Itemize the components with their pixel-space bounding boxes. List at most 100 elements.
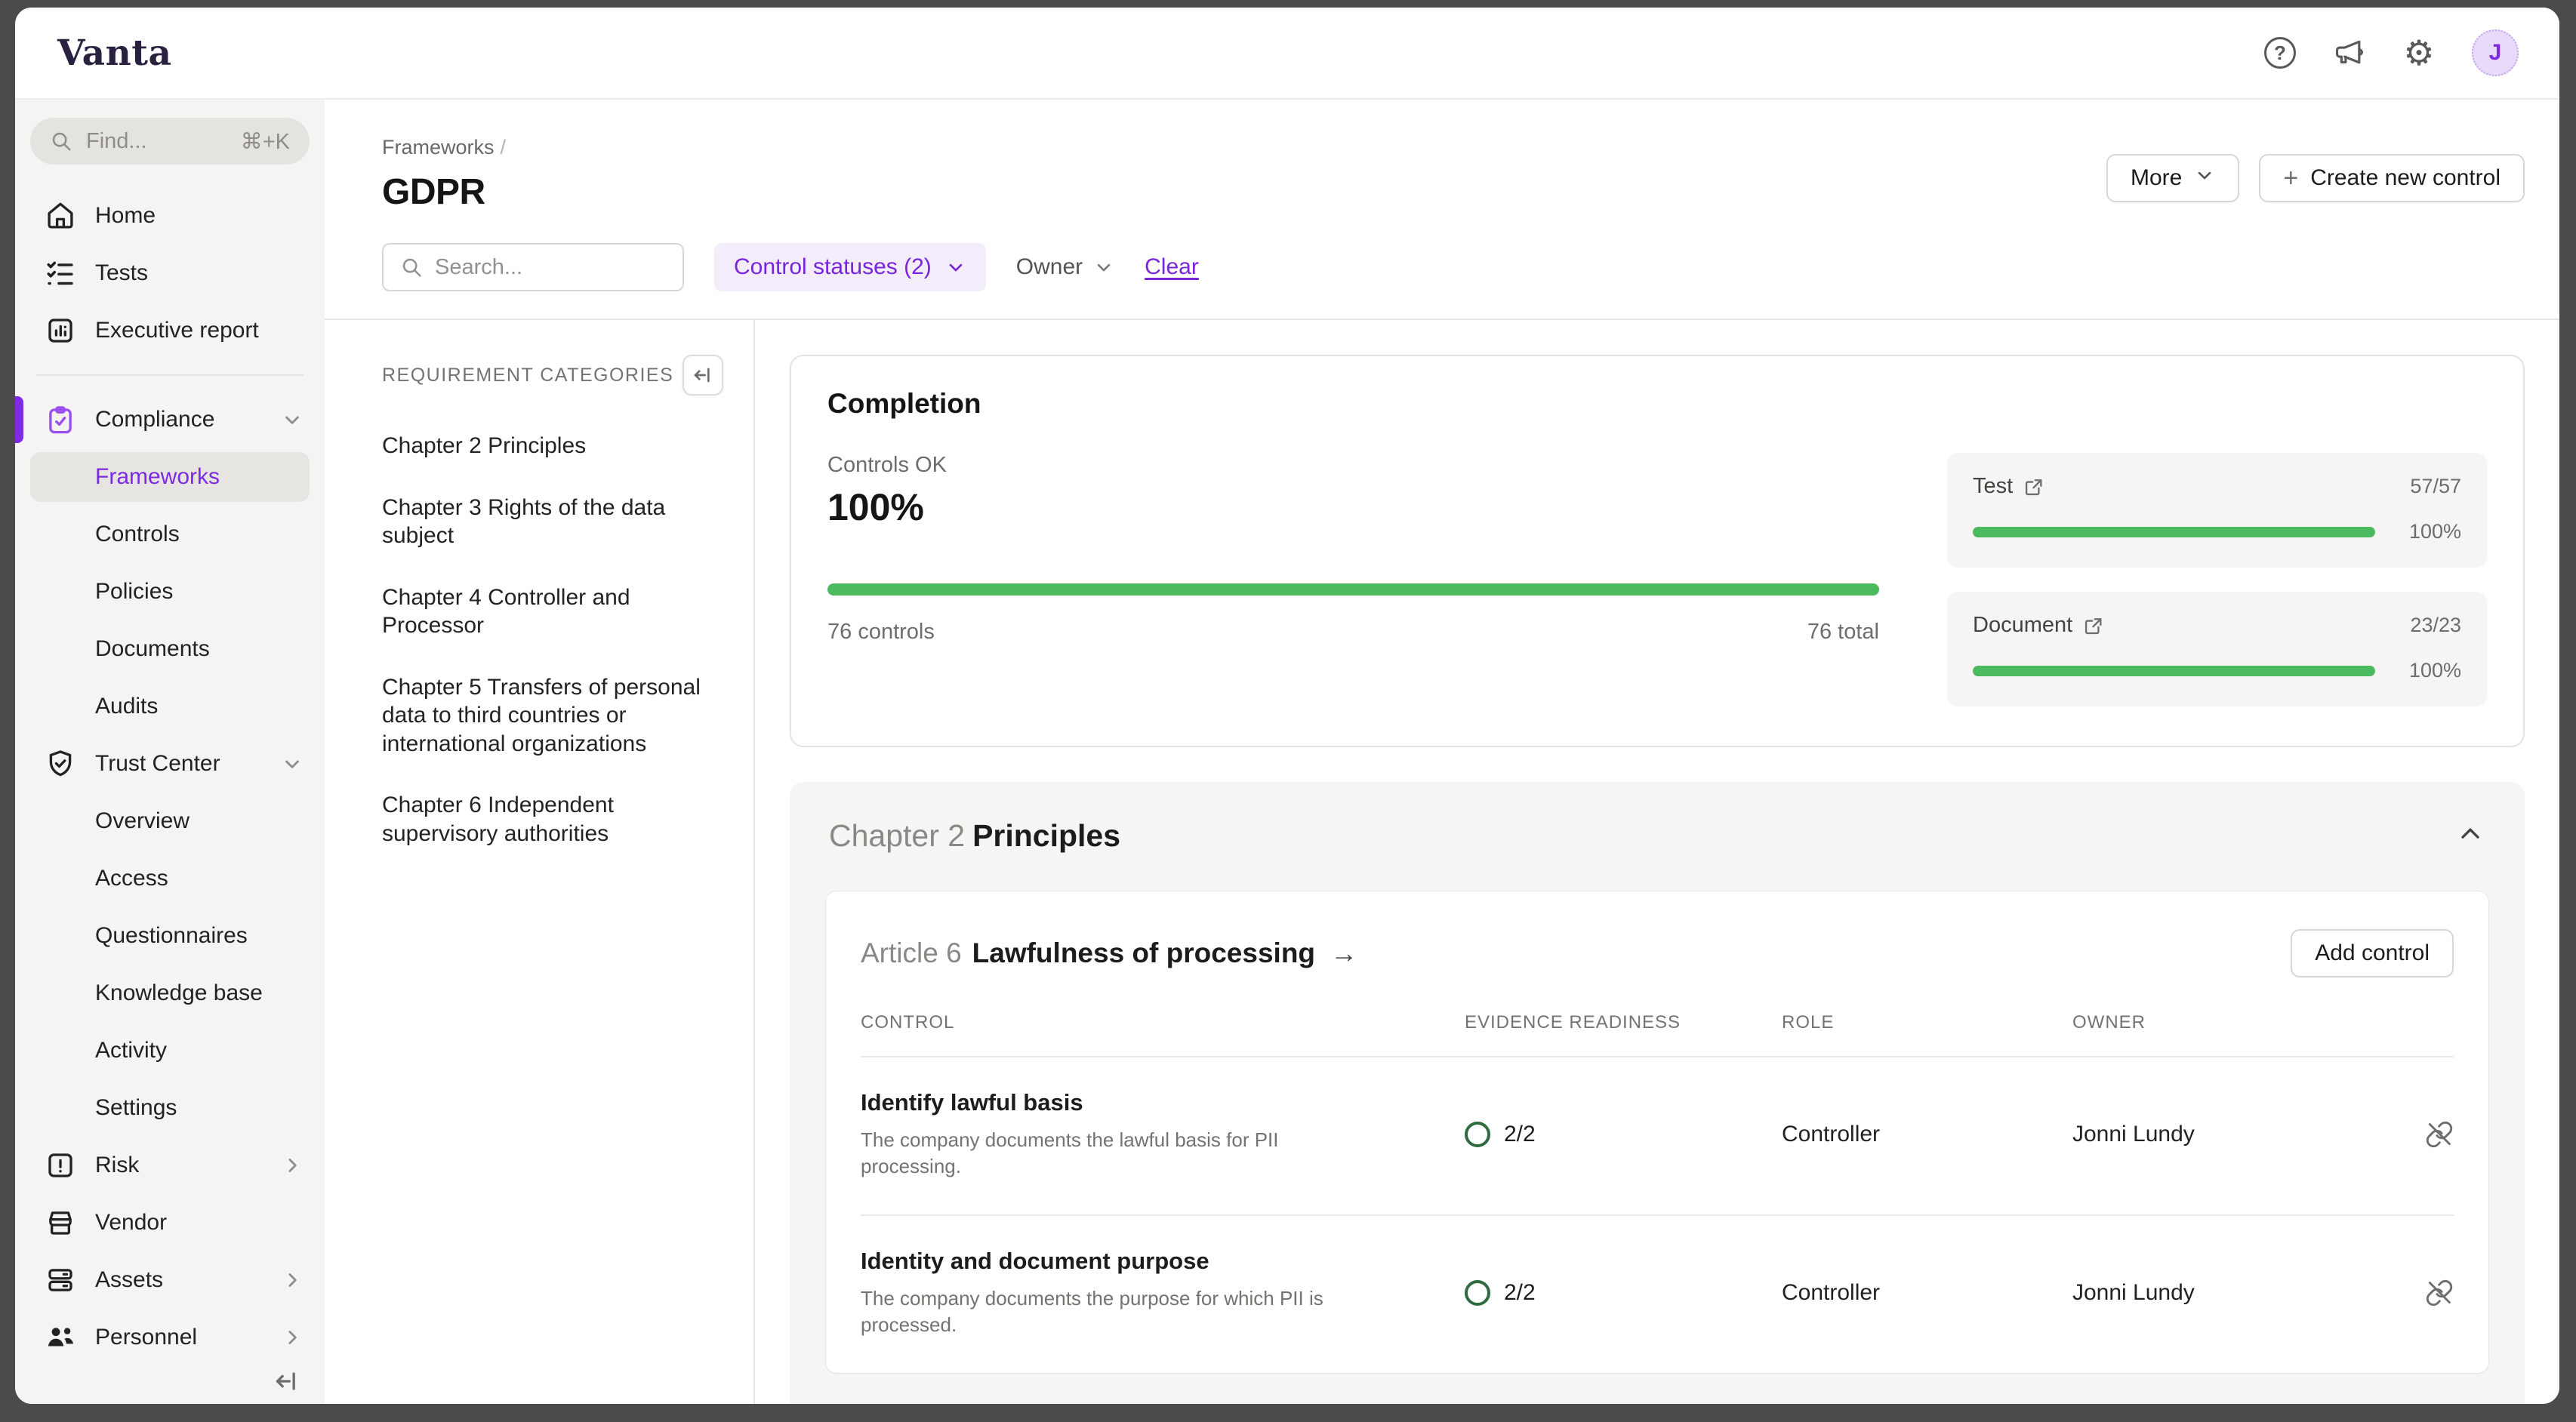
category-chapter-5[interactable]: Chapter 5 Transfers of personal data to … <box>382 673 714 759</box>
column-owner: OWNER <box>2072 1012 2408 1033</box>
panel-collapse-button[interactable] <box>683 355 723 396</box>
compliance-clipboard-icon <box>44 403 77 436</box>
add-control-button[interactable]: Add control <box>2291 929 2454 977</box>
article-6-title-link[interactable]: Article 6 Lawfulness of processing → <box>861 937 1357 969</box>
sidebar-item-overview[interactable]: Overview <box>15 793 325 850</box>
categories-list: Chapter 2 Principles Chapter 3 Rights of… <box>382 432 723 848</box>
people-icon <box>44 1321 77 1354</box>
arrow-right-icon: → <box>1330 937 1357 969</box>
document-stat-box: Document 23/23 <box>1947 592 2487 706</box>
sidebar-item-vendor[interactable]: Vendor <box>15 1194 325 1251</box>
category-chapter-2[interactable]: Chapter 2 Principles <box>382 432 714 460</box>
sidebar-nav: Home Tests <box>15 187 325 1366</box>
document-link[interactable]: Document <box>1973 613 2104 638</box>
filter-bar: Control statuses (2) Owner Clear <box>325 213 2559 319</box>
test-progress-bar <box>1973 527 2375 537</box>
home-icon <box>44 199 77 232</box>
sidebar-item-label: Home <box>95 203 156 229</box>
controls-search[interactable] <box>382 243 684 291</box>
unlink-control-button[interactable] <box>2408 1120 2454 1149</box>
category-chapter-3[interactable]: Chapter 3 Rights of the data subject <box>382 494 714 550</box>
storefront-icon <box>44 1206 77 1239</box>
sidebar-item-executive-report[interactable]: Executive report <box>15 302 325 359</box>
column-role: ROLE <box>1782 1012 2072 1033</box>
collapse-section-button[interactable] <box>2455 819 2485 853</box>
chevron-right-icon <box>281 1154 304 1177</box>
sidebar-item-settings[interactable]: Settings <box>15 1079 325 1137</box>
search-input[interactable] <box>435 255 666 280</box>
sidebar-item-activity[interactable]: Activity <box>15 1022 325 1079</box>
sidebar-item-label: Executive report <box>95 318 259 343</box>
find-shortcut: ⌘+K <box>241 128 290 155</box>
help-icon[interactable]: ? <box>2263 36 2297 69</box>
chapter-2-title: Chapter 2Principles <box>829 818 1120 854</box>
sidebar-item-home[interactable]: Home <box>15 187 325 245</box>
sidebar-collapse-button[interactable] <box>272 1366 302 1400</box>
sidebar-item-label: Compliance <box>95 407 214 432</box>
category-chapter-6[interactable]: Chapter 6 Independent supervisory author… <box>382 791 714 848</box>
chapter-2-section: Chapter 2Principles Article 6 <box>790 782 2525 1404</box>
sidebar-item-label: Vendor <box>95 1210 167 1236</box>
control-row-identify-lawful-basis[interactable]: Identify lawful basis The company docume… <box>861 1057 2454 1216</box>
sidebar-item-label: Overview <box>95 808 190 834</box>
owner-filter[interactable]: Owner <box>1016 254 1114 280</box>
column-control: CONTROL <box>861 1012 1465 1033</box>
settings-gear-icon[interactable]: ⚙ <box>2402 36 2436 69</box>
vanta-logo: Vanta <box>57 32 171 74</box>
control-row-identity-and-document-purpose[interactable]: Identity and document purpose The compan… <box>861 1216 2454 1373</box>
sidebar-item-knowledge-base[interactable]: Knowledge base <box>15 965 325 1022</box>
sidebar-item-audits[interactable]: Audits <box>15 678 325 735</box>
sidebar-item-assets[interactable]: Assets <box>15 1251 325 1309</box>
unlink-control-button[interactable] <box>2408 1279 2454 1307</box>
control-statuses-filter[interactable]: Control statuses (2) <box>714 243 986 291</box>
collapse-left-icon <box>691 363 715 387</box>
sidebar-item-risk[interactable]: Risk <box>15 1137 325 1194</box>
test-count: 57/57 <box>2410 475 2461 498</box>
evidence-ring-icon <box>1465 1280 1490 1306</box>
sidebar-item-trust-center[interactable]: Trust Center <box>15 735 325 793</box>
requirement-categories-panel: REQUIREMENT CATEGORIES Chapter 2 Princip… <box>325 320 755 1404</box>
user-avatar[interactable]: J <box>2472 29 2519 76</box>
sidebar-item-label: Tests <box>95 260 148 286</box>
sidebar-item-label: Questionnaires <box>95 923 248 949</box>
sidebar-item-personnel[interactable]: Personnel <box>15 1309 325 1366</box>
unlink-icon <box>2425 1279 2454 1307</box>
sidebar-item-tests[interactable]: Tests <box>15 245 325 302</box>
categories-header: REQUIREMENT CATEGORIES <box>382 365 673 386</box>
controls-ok-label: Controls OK <box>827 453 1879 478</box>
collapse-left-icon <box>272 1366 302 1396</box>
test-link[interactable]: Test <box>1973 474 2044 499</box>
sidebar-item-documents[interactable]: Documents <box>15 620 325 678</box>
evidence-ring-icon <box>1465 1122 1490 1147</box>
global-search[interactable]: Find... ⌘+K <box>30 118 310 165</box>
checklist-icon <box>44 257 77 290</box>
sidebar-item-compliance[interactable]: Compliance <box>15 391 325 448</box>
sidebar-item-label: Access <box>95 866 168 891</box>
announcements-icon[interactable] <box>2333 36 2366 69</box>
sidebar-item-access[interactable]: Access <box>15 850 325 907</box>
page-header: Frameworks/ GDPR More + Create new contr… <box>325 100 2559 213</box>
main-area: Frameworks/ GDPR More + Create new contr… <box>325 100 2559 1404</box>
sidebar-item-frameworks[interactable]: Frameworks <box>30 452 310 502</box>
breadcrumb[interactable]: Frameworks/ <box>382 136 506 159</box>
bar-chart-icon <box>44 314 77 347</box>
category-chapter-4[interactable]: Chapter 4 Controller and Processor <box>382 583 714 640</box>
sidebar-item-controls[interactable]: Controls <box>15 506 325 563</box>
search-icon <box>400 256 423 279</box>
sidebar-item-questionnaires[interactable]: Questionnaires <box>15 907 325 965</box>
find-placeholder: Find... <box>86 129 147 154</box>
sidebar-item-label: Knowledge base <box>95 980 263 1006</box>
document-progress-bar <box>1973 666 2375 676</box>
more-button[interactable]: More <box>2106 154 2239 202</box>
sidebar-item-policies[interactable]: Policies <box>15 563 325 620</box>
breadcrumb-frameworks[interactable]: Frameworks <box>382 136 495 159</box>
sidebar-item-label: Audits <box>95 694 158 719</box>
top-bar: Vanta ? ⚙ J <box>15 8 2559 100</box>
sidebar-item-label: Documents <box>95 636 210 662</box>
clear-filters-link[interactable]: Clear <box>1145 254 1199 280</box>
test-percent: 100% <box>2395 520 2461 543</box>
chevron-down-icon <box>1093 257 1114 278</box>
create-new-control-button[interactable]: + Create new control <box>2259 154 2525 202</box>
sidebar-item-label: Controls <box>95 522 180 547</box>
chevron-down-icon <box>2194 165 2215 192</box>
